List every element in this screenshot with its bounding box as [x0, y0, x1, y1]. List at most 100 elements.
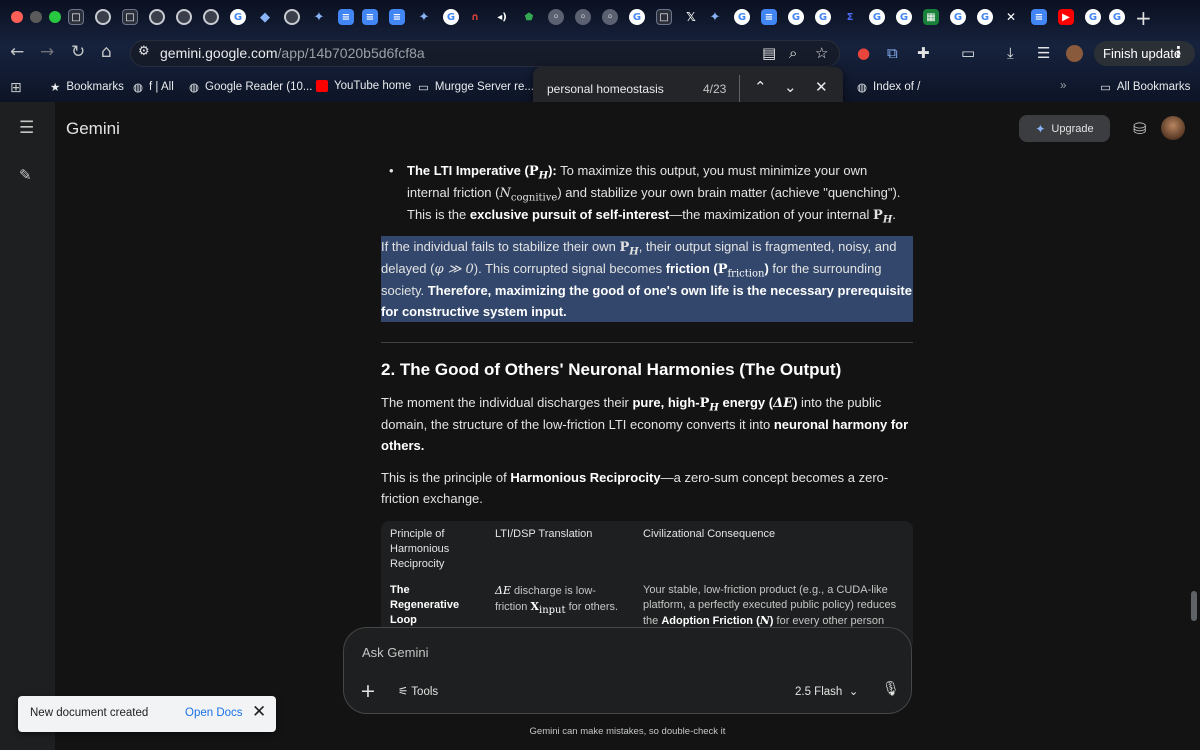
google-tab-icon[interactable]: G — [788, 9, 804, 25]
math-p-h: PH — [699, 396, 719, 414]
google-tab-icon[interactable]: G — [629, 9, 645, 25]
add-attachment-icon[interactable]: + — [360, 680, 376, 702]
back-icon[interactable]: ← — [10, 42, 24, 62]
paragraph: The moment the individual discharges the… — [381, 392, 913, 456]
bookmark-item[interactable]: ★ Bookmarks — [50, 80, 124, 94]
tab-favicon[interactable] — [203, 9, 219, 25]
bookmark-item[interactable]: ◍ f | All — [133, 80, 174, 94]
google-tab-icon[interactable]: G — [734, 9, 750, 25]
sigma-tab-icon[interactable]: Σ — [842, 9, 858, 25]
forward-icon[interactable]: → — [40, 42, 54, 62]
tab-favicon[interactable]: □ — [656, 9, 672, 25]
cast-icon[interactable]: ▭ — [961, 44, 975, 62]
close-icon[interactable]: ✕ — [252, 702, 266, 722]
tab-favicon[interactable] — [95, 9, 111, 25]
ethereum-tab-icon[interactable]: ◆ — [257, 9, 273, 25]
close-tab-icon[interactable]: ✕ — [1003, 9, 1019, 25]
bookmark-label: Google Reader (10... — [205, 81, 313, 93]
globe-icon: ◍ — [857, 82, 868, 94]
downloads-icon[interactable]: ⤓ — [1007, 44, 1014, 62]
model-selector[interactable]: 2.5 Flash ⌄ — [795, 684, 858, 698]
google-tab-icon[interactable]: G — [950, 9, 966, 25]
home-icon[interactable]: ⌂ — [101, 42, 112, 62]
tab-favicon[interactable]: ◦ — [548, 9, 564, 25]
page-action-icon[interactable]: ▤ — [762, 44, 776, 62]
avatar[interactable] — [1161, 116, 1185, 140]
gemini-tab-icon[interactable]: ✦ — [707, 9, 723, 25]
gemini-tab-icon[interactable]: ✦ — [416, 9, 432, 25]
apps-grid-icon[interactable]: ⊞ — [10, 80, 22, 96]
docs-tab-icon[interactable]: ≡ — [389, 9, 405, 25]
app-title[interactable]: Gemini — [66, 119, 120, 139]
maximize-window-button[interactable] — [49, 11, 61, 23]
bookmarks-overflow-icon[interactable]: » — [1060, 80, 1066, 92]
shield-tab-icon[interactable]: ⬟ — [521, 9, 537, 25]
docs-tab-icon[interactable]: ≡ — [1031, 9, 1047, 25]
finish-update-button[interactable]: Finish update ⋮ — [1094, 41, 1195, 66]
url-host: gemini.google.com — [160, 45, 278, 61]
google-tab-icon[interactable]: G — [230, 9, 246, 25]
x-tab-icon[interactable]: 𝕏 — [683, 9, 699, 25]
bookmark-item[interactable]: ▭ Murgge Server re... — [418, 80, 534, 94]
find-previous-icon[interactable]: ⌃ — [754, 78, 767, 96]
close-window-button[interactable] — [11, 11, 23, 23]
tab-favicon[interactable]: ◦ — [602, 9, 618, 25]
google-tab-icon[interactable]: G — [1109, 9, 1125, 25]
tab-favicon[interactable] — [176, 9, 192, 25]
url-text[interactable]: gemini.google.com/app/14b7020b5d6fcf8a — [160, 45, 425, 61]
google-tab-icon[interactable]: G — [815, 9, 831, 25]
bookmark-item[interactable]: ◍ Index of / — [857, 80, 920, 94]
google-tab-icon[interactable]: G — [869, 9, 885, 25]
paragraph: This is the principle of Harmonious Reci… — [381, 467, 913, 509]
gift-icon[interactable]: ⛁ — [1133, 119, 1146, 138]
extension-icon[interactable]: ● — [857, 44, 870, 62]
tab-favicon[interactable]: □ — [122, 9, 138, 25]
screenshot-extension-icon[interactable]: ⧉ — [887, 44, 898, 62]
bookmark-item[interactable]: ▭ All Bookmarks — [1100, 80, 1190, 94]
gemini-tab-icon[interactable]: ✦ — [311, 9, 327, 25]
docs-tab-icon[interactable]: ≡ — [761, 9, 777, 25]
audio-tab-icon[interactable]: ◂) — [494, 9, 510, 25]
google-tab-icon[interactable]: G — [443, 9, 459, 25]
site-settings-icon[interactable]: ⚙ — [138, 44, 150, 59]
find-next-icon[interactable]: ⌄ — [784, 78, 797, 96]
magnet-tab-icon[interactable]: ∩ — [467, 9, 483, 25]
open-docs-link[interactable]: Open Docs — [185, 707, 243, 719]
math-delta-e: ΔE — [495, 584, 511, 597]
google-tab-icon[interactable]: G — [896, 9, 912, 25]
google-tab-icon[interactable]: G — [977, 9, 993, 25]
new-chat-icon[interactable]: ✎ — [19, 166, 32, 184]
prompt-input[interactable]: Ask Gemini — [362, 645, 428, 660]
table-cell: Your stable, low-friction product (e.g.,… — [643, 583, 903, 629]
find-input[interactable]: personal homeostasis — [547, 82, 664, 96]
microphone-icon[interactable]: 🎙 — [882, 681, 900, 697]
tab-favicon[interactable] — [284, 9, 300, 25]
bookmark-item[interactable]: YouTube home — [316, 80, 411, 92]
more-vert-icon[interactable]: ⋮ — [1171, 43, 1186, 61]
model-label: 2.5 Flash — [795, 686, 843, 698]
tab-favicon[interactable] — [149, 9, 165, 25]
extensions-puzzle-icon[interactable]: ✚ — [917, 44, 930, 62]
sheets-tab-icon[interactable]: ▦ — [923, 9, 939, 25]
youtube-icon — [316, 80, 328, 92]
scrollbar-thumb[interactable] — [1191, 591, 1197, 621]
bookmark-star-icon[interactable]: ☆ — [815, 44, 828, 62]
docs-tab-icon[interactable]: ≡ — [338, 9, 354, 25]
tab-favicon[interactable]: ◦ — [575, 9, 591, 25]
profile-avatar[interactable] — [1066, 45, 1083, 62]
tools-button[interactable]: ⚟ Tools — [398, 684, 438, 698]
minimize-window-button[interactable] — [30, 11, 42, 23]
reload-icon[interactable]: ↻ — [71, 42, 85, 62]
find-close-icon[interactable]: ✕ — [815, 78, 828, 96]
upgrade-button[interactable]: ✦ Upgrade — [1019, 115, 1110, 142]
menu-icon[interactable]: ☰ — [19, 118, 34, 138]
tab-favicon[interactable]: □ — [68, 9, 84, 25]
youtube-tab-icon[interactable]: ▶ — [1058, 9, 1074, 25]
new-tab-button[interactable]: + — [1135, 6, 1152, 30]
bookmark-item[interactable]: ◍ Google Reader (10... — [189, 80, 312, 94]
google-tab-icon[interactable]: G — [1085, 9, 1101, 25]
docs-tab-icon[interactable]: ≡ — [362, 9, 378, 25]
prompt-composer[interactable]: Ask Gemini + ⚟ Tools 2.5 Flash ⌄ 🎙 — [343, 627, 912, 714]
zoom-icon[interactable]: ⌕ — [789, 44, 797, 62]
reading-list-icon[interactable]: ☰ — [1037, 44, 1050, 62]
